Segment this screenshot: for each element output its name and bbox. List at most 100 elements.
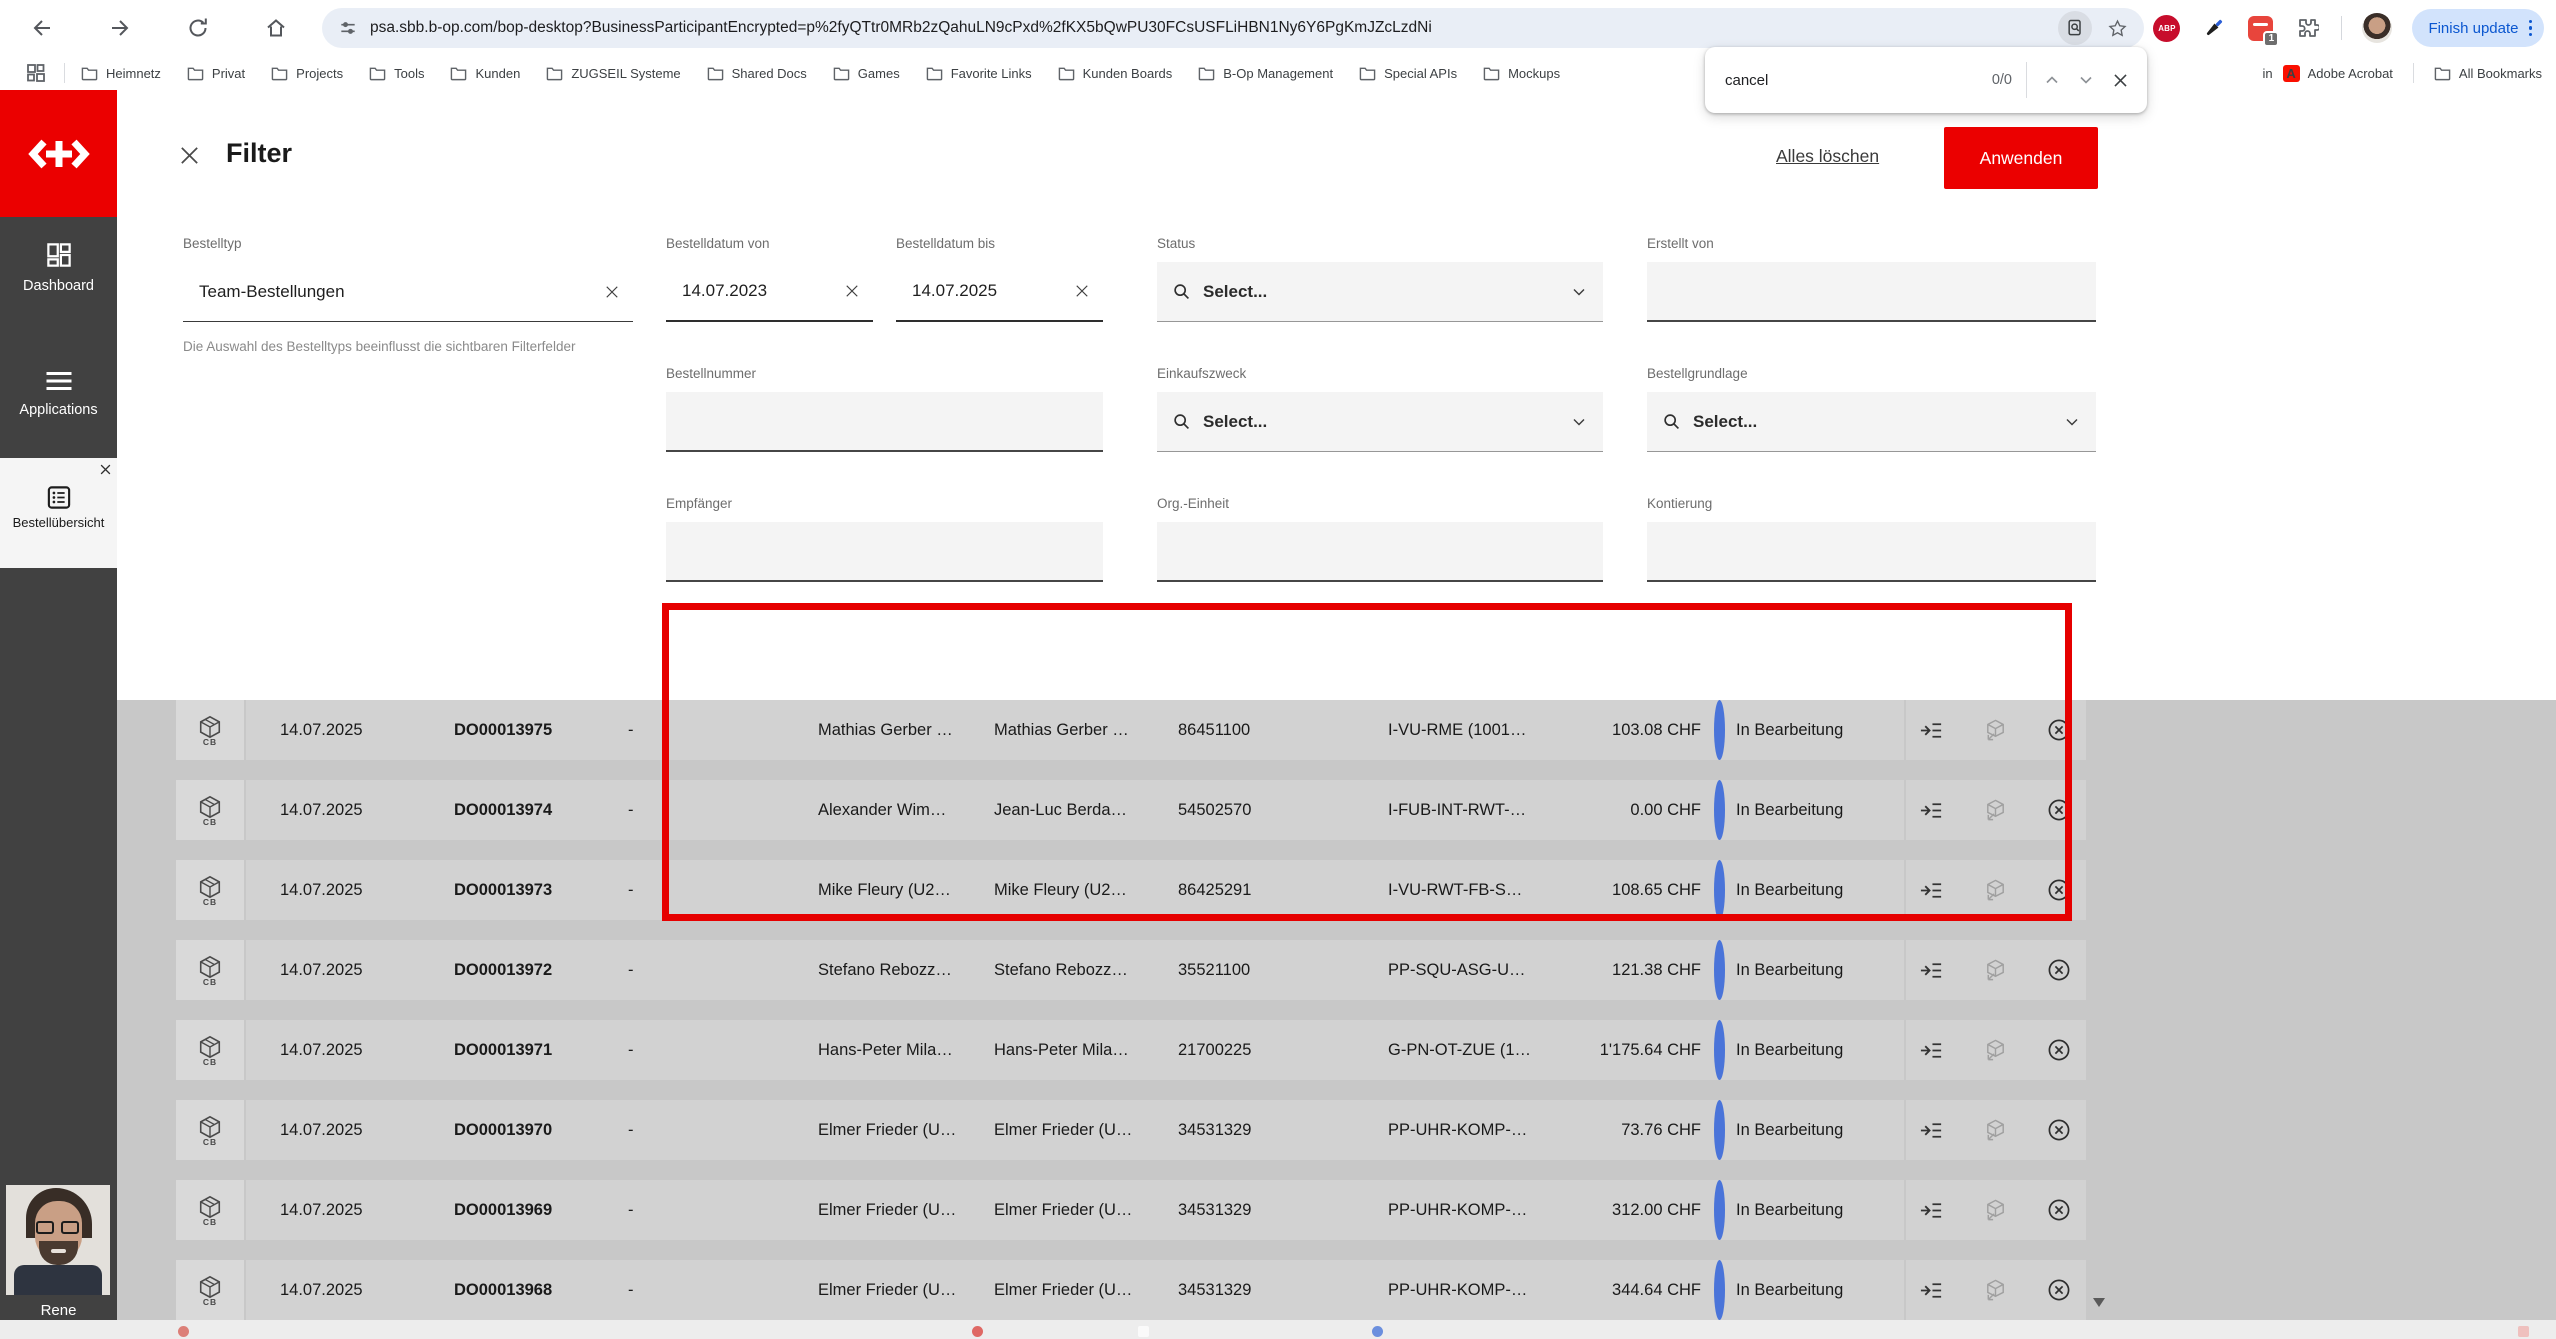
order-number[interactable]: DO00013969 (454, 1180, 624, 1240)
clear-datum-von-icon[interactable] (843, 282, 861, 300)
assign-order-icon[interactable] (1918, 797, 1944, 823)
bookmark-acrobat[interactable]: AAdobe Acrobat (2283, 65, 2393, 82)
return-goods-icon[interactable] (1982, 797, 2008, 823)
sidebar-item-bestelluebersicht[interactable]: Bestellübersicht (0, 458, 117, 568)
eyedropper-extension-icon[interactable] (2200, 14, 2228, 42)
return-goods-icon[interactable] (1982, 877, 2008, 903)
table-row[interactable]: CB 14.07.2025 DO00013968 - Elmer Frieder… (176, 1260, 2086, 1320)
user-avatar-photo[interactable] (6, 1185, 110, 1295)
table-row[interactable]: CB 14.07.2025 DO00013975 - Mathias Gerbe… (176, 700, 2086, 760)
finish-update-button[interactable]: Finish update (2412, 9, 2544, 47)
close-app-icon[interactable] (98, 462, 113, 477)
find-in-page-icon[interactable] (2058, 11, 2092, 45)
forward-icon[interactable] (100, 8, 140, 48)
cancel-order-icon[interactable] (2046, 717, 2072, 743)
assign-order-icon[interactable] (1918, 717, 1944, 743)
bookmark-star-icon[interactable] (2100, 11, 2134, 45)
cancel-order-icon[interactable] (2046, 1037, 2072, 1063)
browser-profile-avatar[interactable] (2362, 13, 2392, 43)
order-number[interactable]: DO00013970 (454, 1100, 624, 1160)
bookmark-folder[interactable]: Special APIs (1359, 65, 1457, 82)
assign-order-icon[interactable] (1918, 957, 1944, 983)
table-row[interactable]: CB 14.07.2025 DO00013971 - Hans-Peter Mi… (176, 1020, 2086, 1080)
table-row[interactable]: CB 14.07.2025 DO00013969 - Elmer Frieder… (176, 1180, 2086, 1240)
bookmark-folder[interactable]: Tools (369, 65, 424, 82)
return-goods-icon[interactable] (1982, 1197, 2008, 1223)
bestelldatum-von-input[interactable]: 14.07.2023 (666, 262, 873, 322)
bookmark-partial[interactable]: in (2263, 66, 2273, 81)
sidebar-item-dashboard[interactable]: Dashboard (0, 240, 117, 294)
browser-menu-icon[interactable] (2529, 20, 2533, 37)
bookmark-folder[interactable]: Kunden Boards (1058, 65, 1173, 82)
find-close-icon[interactable] (2103, 63, 2137, 97)
bookmark-folder[interactable]: Favorite Links (926, 65, 1032, 82)
bestellnummer-input[interactable] (666, 392, 1103, 452)
bookmark-folder[interactable]: ZUGSEIL Systeme (546, 65, 680, 82)
org-einheit-input[interactable] (1157, 522, 1603, 582)
bookmark-folder[interactable]: Mockups (1483, 65, 1560, 82)
back-icon[interactable] (22, 8, 62, 48)
order-number[interactable]: DO00013972 (454, 940, 624, 1000)
order-number[interactable]: DO00013973 (454, 860, 624, 920)
clear-bestelltyp-icon[interactable] (603, 283, 621, 301)
erstellt-von-input[interactable] (1647, 262, 2096, 322)
assign-order-icon[interactable] (1918, 1277, 1944, 1303)
bestelldatum-bis-input[interactable]: 14.07.2025 (896, 262, 1103, 322)
assign-order-icon[interactable] (1918, 1197, 1944, 1223)
assign-order-icon[interactable] (1918, 1117, 1944, 1143)
assign-order-icon[interactable] (1918, 1037, 1944, 1063)
site-settings-icon[interactable] (338, 18, 358, 38)
apps-grid-icon[interactable] (26, 63, 46, 83)
bestellgrundlage-select[interactable]: Select... (1647, 392, 2096, 452)
apply-button[interactable]: Anwenden (1944, 127, 2098, 189)
bookmark-folder[interactable]: Shared Docs (707, 65, 807, 82)
sidebar-item-applications[interactable]: Applications (0, 368, 117, 418)
order-number[interactable]: DO00013971 (454, 1020, 624, 1080)
clear-all-button[interactable]: Alles löschen (1776, 146, 1879, 167)
return-goods-icon[interactable] (1982, 1117, 2008, 1143)
return-goods-icon[interactable] (1982, 717, 2008, 743)
scroll-down-icon[interactable] (2093, 1298, 2105, 1307)
return-goods-icon[interactable] (1982, 957, 2008, 983)
cancel-order-icon[interactable] (2046, 957, 2072, 983)
all-bookmarks-button[interactable]: All Bookmarks (2434, 65, 2542, 82)
bestelltyp-input[interactable]: Team-Bestellungen (183, 262, 633, 322)
url-text[interactable]: psa.sbb.b-op.com/bop-desktop?BusinessPar… (370, 19, 2058, 37)
return-goods-icon[interactable] (1982, 1277, 2008, 1303)
table-row[interactable]: CB 14.07.2025 DO00013974 - Alexander Wim… (176, 780, 2086, 840)
bookmark-folder[interactable]: Kunden (450, 65, 520, 82)
find-query-input[interactable]: cancel (1725, 72, 1992, 89)
clear-datum-bis-icon[interactable] (1073, 282, 1091, 300)
extensions-puzzle-icon[interactable] (2293, 14, 2321, 42)
order-number[interactable]: DO00013975 (454, 700, 624, 760)
address-bar[interactable]: psa.sbb.b-op.com/bop-desktop?BusinessPar… (322, 8, 2144, 48)
adblock-extension-icon[interactable]: ABP (2153, 15, 2180, 42)
cancel-order-icon[interactable] (2046, 1117, 2072, 1143)
reload-icon[interactable] (178, 8, 218, 48)
order-number[interactable]: DO00013968 (454, 1260, 624, 1320)
kontierung-input[interactable] (1647, 522, 2096, 582)
find-previous-icon[interactable] (2035, 63, 2069, 97)
mail-extension-icon[interactable]: 1 (2248, 16, 2273, 41)
bookmark-folder[interactable]: Games (833, 65, 900, 82)
assign-order-icon[interactable] (1918, 877, 1944, 903)
bookmark-folder[interactable]: Privat (187, 65, 245, 82)
cancel-order-icon[interactable] (2046, 877, 2072, 903)
bookmark-folder[interactable]: Heimnetz (81, 65, 161, 82)
filter-close-icon[interactable] (178, 144, 201, 167)
bookmark-folder[interactable]: Projects (271, 65, 343, 82)
table-row[interactable]: CB 14.07.2025 DO00013973 - Mike Fleury (… (176, 860, 2086, 920)
cancel-order-icon[interactable] (2046, 1197, 2072, 1223)
order-number[interactable]: DO00013974 (454, 780, 624, 840)
table-row[interactable]: CB 14.07.2025 DO00013970 - Elmer Frieder… (176, 1100, 2086, 1160)
return-goods-icon[interactable] (1982, 1037, 2008, 1063)
empfaenger-input[interactable] (666, 522, 1103, 582)
bookmark-folder[interactable]: B-Op Management (1198, 65, 1333, 82)
find-next-icon[interactable] (2069, 63, 2103, 97)
status-select[interactable]: Select... (1157, 262, 1603, 322)
cancel-order-icon[interactable] (2046, 1277, 2072, 1303)
home-icon[interactable] (256, 8, 296, 48)
einkaufszweck-select[interactable]: Select... (1157, 392, 1603, 452)
cancel-order-icon[interactable] (2046, 797, 2072, 823)
table-row[interactable]: CB 14.07.2025 DO00013972 - Stefano Reboz… (176, 940, 2086, 1000)
